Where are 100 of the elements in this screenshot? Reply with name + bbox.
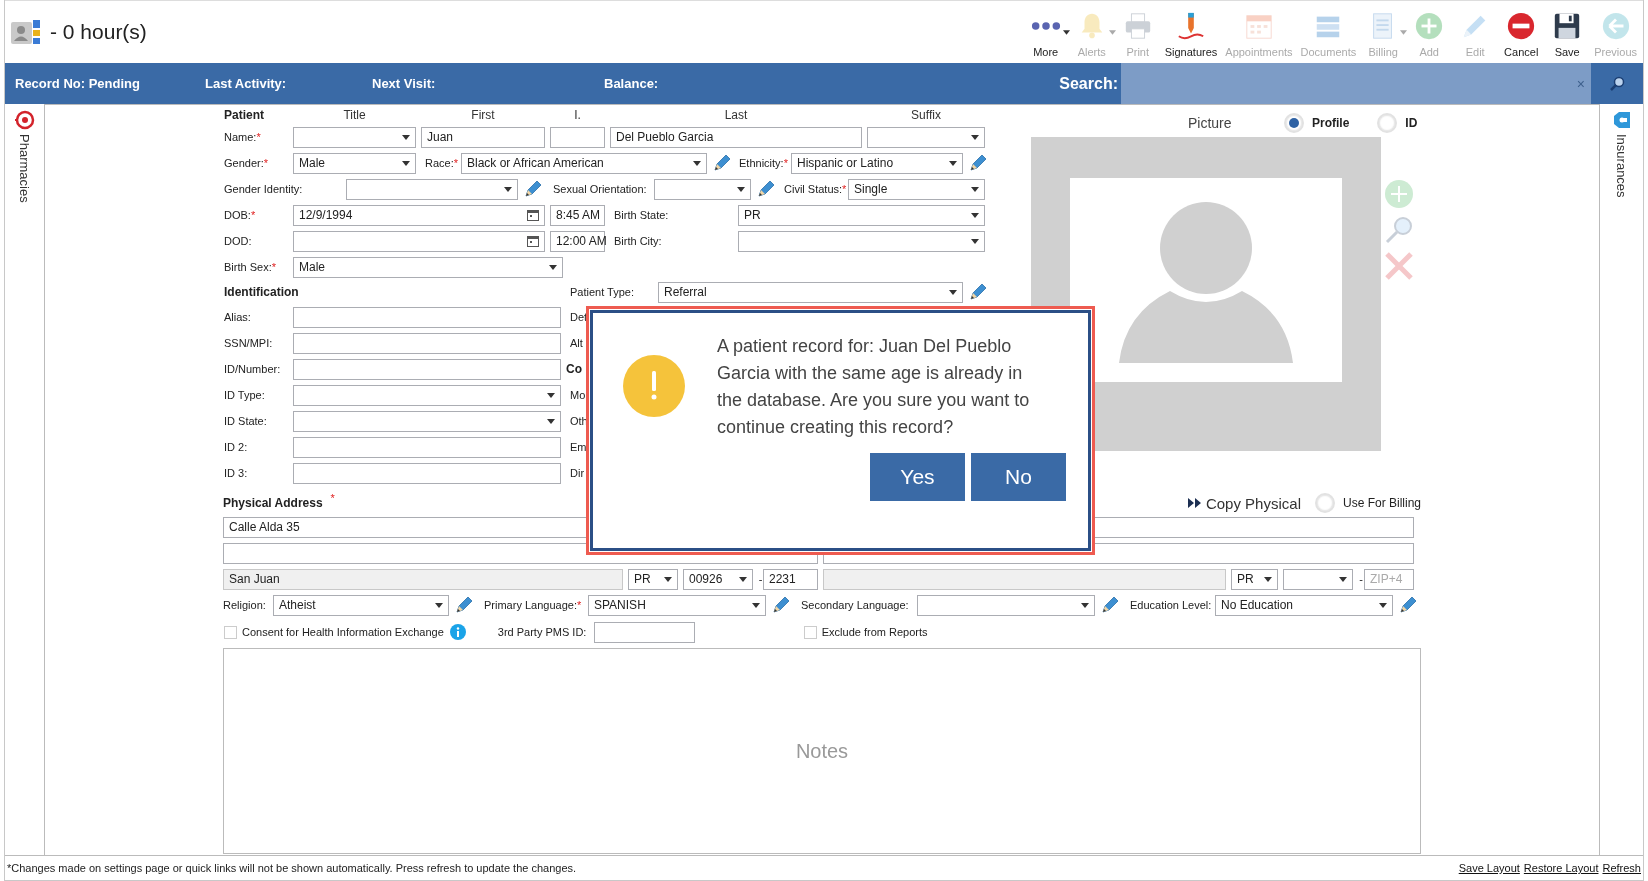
dropdown-field[interactable]: SPANISH — [588, 594, 766, 616]
caret-icon — [1379, 602, 1387, 608]
text-field[interactable] — [293, 462, 561, 484]
dropdown-field[interactable] — [293, 384, 561, 406]
caret-icon — [971, 212, 979, 218]
radio-label: Profile — [1312, 116, 1350, 130]
caret-icon — [1081, 602, 1089, 608]
dropdown-field[interactable]: No Education — [1215, 594, 1393, 616]
caret-icon — [949, 289, 957, 295]
text-field[interactable] — [293, 358, 561, 380]
caret-icon — [549, 264, 557, 270]
section-heading: Patient — [224, 108, 264, 122]
radio-button[interactable] — [1284, 113, 1304, 133]
text-field[interactable] — [593, 621, 695, 643]
cross-icon[interactable] — [1384, 251, 1414, 281]
dropdown-field[interactable] — [1283, 568, 1353, 590]
dialog-button[interactable]: No — [971, 453, 1066, 501]
plus-icon[interactable] — [1384, 179, 1414, 209]
dots-icon — [1030, 21, 1061, 31]
toolbar-button[interactable]: Save — [1544, 8, 1591, 62]
text-field[interactable]: Del Pueblo Garcia — [610, 126, 862, 148]
field-label: Ethnicity: — [739, 157, 784, 169]
dialog-button[interactable]: Yes — [870, 453, 965, 501]
field-label: ID 2: — [224, 441, 248, 453]
caret-icon — [971, 186, 979, 192]
text-field[interactable] — [293, 436, 561, 458]
tag-icon[interactable] — [1611, 110, 1632, 130]
section-heading: Co — [566, 362, 582, 376]
checkbox[interactable] — [803, 625, 817, 639]
required-mark: * — [250, 209, 256, 221]
plus-icon — [1414, 11, 1445, 41]
pencil-icon[interactable] — [1100, 595, 1120, 615]
field-label: Gender Identity: — [224, 183, 303, 195]
time-field[interactable]: 12:00 AM — [550, 230, 605, 252]
toolbar-button[interactable]: Signatures — [1160, 8, 1222, 62]
pencil-icon[interactable] — [968, 153, 988, 173]
search-icon — [1609, 75, 1625, 92]
dropdown-field[interactable]: 00926 — [683, 568, 753, 590]
dropdown-field[interactable]: Atheist — [273, 594, 449, 616]
dropdown-field[interactable]: PR — [738, 204, 985, 226]
pencil-icon[interactable] — [712, 153, 732, 173]
radio-button[interactable] — [1314, 493, 1335, 513]
dropdown-field[interactable] — [917, 594, 1095, 616]
field-label: DOD: — [224, 235, 252, 247]
radio-button[interactable] — [1377, 113, 1398, 133]
panel-title: Picture — [1188, 115, 1233, 131]
dropdown-field[interactable] — [293, 410, 561, 432]
field-label: Patient Type: — [570, 286, 634, 298]
text-field[interactable]: 2231 — [763, 568, 818, 590]
text-field[interactable]: Juan — [421, 126, 545, 148]
calendar-icon[interactable] — [527, 235, 539, 247]
text-field[interactable] — [293, 306, 561, 328]
dropdown-field[interactable] — [293, 126, 416, 148]
dropdown-field[interactable] — [654, 178, 751, 200]
date-field[interactable]: 12/9/1994 — [293, 204, 545, 226]
dropdown-field[interactable]: Single — [848, 178, 985, 200]
footer-link[interactable]: Save Layout — [1458, 862, 1520, 874]
footer-link[interactable]: Refresh — [1602, 862, 1641, 874]
dropdown-field[interactable] — [346, 178, 518, 200]
pencil-icon[interactable] — [454, 595, 474, 615]
toolbar-button[interactable]: Cancel — [1498, 8, 1545, 62]
dropdown-field[interactable]: Hispanic or Latino — [791, 152, 963, 174]
field-label: ID State: — [224, 415, 267, 427]
caret-icon — [1339, 576, 1347, 582]
text-field[interactable] — [293, 332, 561, 354]
dropdown-field[interactable]: Black or African American — [461, 152, 707, 174]
date-field[interactable] — [293, 230, 545, 252]
required-mark: * — [263, 157, 269, 169]
column-heading: Last — [724, 108, 748, 122]
dropdown-field[interactable]: Male — [293, 152, 416, 174]
target-icon[interactable] — [14, 110, 35, 130]
double-arrow-icon — [1187, 498, 1202, 508]
pencil-icon[interactable] — [968, 282, 988, 302]
dropdown-field[interactable]: Male — [293, 256, 563, 278]
dropdown-field[interactable]: PR — [1231, 568, 1278, 590]
pencil-icon[interactable] — [1398, 595, 1418, 615]
footer-link[interactable]: Restore Layout — [1523, 862, 1599, 874]
caret-icon — [402, 160, 410, 166]
side-tab[interactable]: Pharmacies — [17, 134, 32, 203]
warning-icon — [623, 355, 685, 417]
dropdown-field[interactable] — [867, 126, 985, 148]
caret-icon — [402, 134, 410, 140]
dropdown-field[interactable]: PR — [628, 568, 678, 590]
side-tab[interactable]: Insurances — [1614, 134, 1629, 198]
checkbox[interactable] — [224, 625, 237, 639]
pencil-icon[interactable] — [523, 179, 543, 199]
field-label: Det — [570, 311, 588, 323]
info-icon[interactable] — [449, 624, 466, 640]
caret-icon — [547, 392, 555, 398]
copy-button[interactable]: Copy Physical — [1187, 494, 1301, 512]
pencil-icon[interactable] — [756, 179, 776, 199]
caret-icon — [971, 134, 979, 140]
pencil-icon[interactable] — [771, 595, 791, 615]
dropdown-field[interactable] — [738, 230, 985, 252]
dropdown-field[interactable]: Referral — [658, 281, 963, 303]
time-field[interactable]: 8:45 AM — [550, 204, 605, 226]
toolbar-button[interactable]: More — [1022, 8, 1069, 62]
text-field[interactable] — [550, 126, 605, 148]
search-icon[interactable] — [1384, 215, 1414, 245]
calendar-icon[interactable] — [527, 209, 539, 221]
